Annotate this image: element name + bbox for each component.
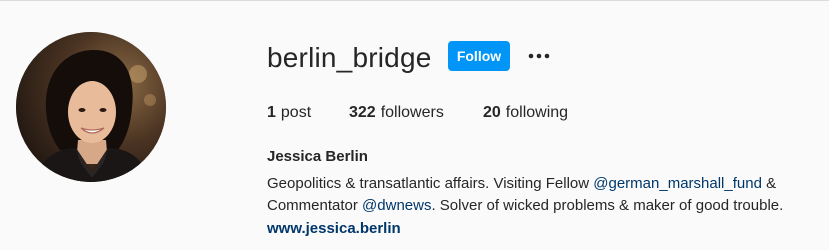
profile-avatar[interactable] — [16, 32, 166, 182]
profile-username: berlin_bridge — [267, 42, 432, 73]
following-stat[interactable]: 20 following — [483, 103, 568, 123]
bio-text: Geopolitics & transatlantic affairs. Vis… — [267, 175, 594, 192]
profile-website-link[interactable]: www.jessica.berlin — [267, 219, 401, 239]
followers-stat[interactable]: 322 followers — [349, 103, 483, 123]
following-count: 20 — [483, 104, 501, 121]
profile-full-name: Jessica Berlin — [267, 148, 368, 165]
bio-text: . Solver of wicked problems & maker of g… — [431, 197, 784, 214]
more-options-icon[interactable] — [527, 46, 551, 66]
ellipsis-icon — [528, 53, 550, 59]
follow-button[interactable]: Follow — [448, 41, 510, 71]
posts-label: post — [280, 104, 312, 121]
profile-bio: Geopolitics & transatlantic affairs. Vis… — [267, 173, 827, 217]
header-divider — [0, 0, 829, 1]
posts-stat: 1 post — [267, 103, 349, 123]
followers-label: followers — [380, 104, 444, 121]
profile-stats: 1 post 322 followers 20 following — [267, 103, 568, 123]
bio-mention-link[interactable]: @german_marshall_fund — [593, 175, 762, 192]
profile-photo — [16, 32, 166, 182]
posts-count: 1 — [267, 104, 276, 121]
following-label: following — [505, 104, 569, 121]
bio-mention-link[interactable]: @dwnews — [362, 197, 431, 214]
followers-count: 322 — [349, 104, 376, 121]
